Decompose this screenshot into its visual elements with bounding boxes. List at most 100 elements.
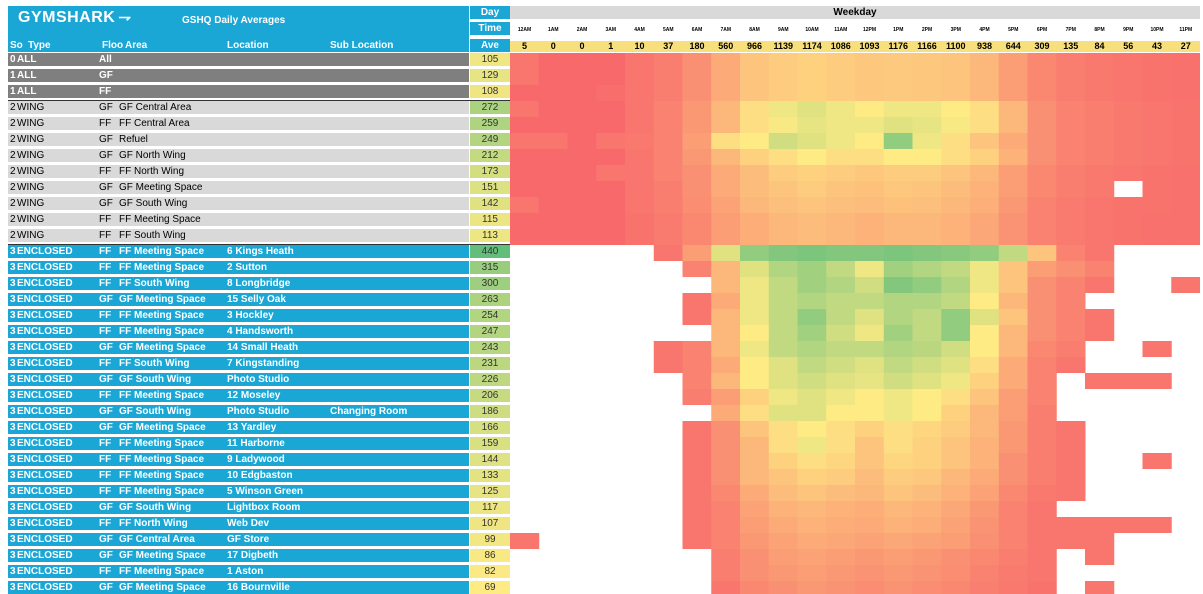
table-row[interactable]: 1 ALL GF [8, 69, 469, 82]
heat-cell [682, 517, 712, 533]
table-row[interactable]: 3 ENCLOSED FF FF Meeting Space 5 Winson Gree… [8, 485, 469, 498]
heat-cell [740, 229, 770, 245]
heat-cell [682, 341, 712, 357]
table-row[interactable]: 3 ENCLOSED FF FF Meeting Space 3 Hockley [8, 309, 469, 322]
table-row[interactable]: 3 ENCLOSED GF GF Meeting Space 15 Selly Oak [8, 293, 469, 306]
heat-cell [768, 581, 798, 594]
cell-sort: 3 [10, 310, 16, 321]
heat-cell [510, 197, 540, 213]
table-row[interactable]: 2 WING FF FF Meeting Space [8, 213, 469, 226]
cell-sort: 3 [10, 470, 16, 481]
table-row[interactable]: 3 ENCLOSED GF GF Meeting Space 14 Small Heat… [8, 341, 469, 354]
heat-cell [1113, 213, 1143, 229]
table-row[interactable]: 3 ENCLOSED FF FF North Wing Web Dev [8, 517, 469, 530]
cell-floor: GF [99, 70, 113, 81]
heat-cell [941, 501, 971, 517]
heat-cell [855, 197, 885, 213]
table-row[interactable]: 2 WING FF FF North Wing [8, 165, 469, 178]
cell-type: ENCLOSED [17, 406, 73, 417]
table-row[interactable]: 3 ENCLOSED FF FF Meeting Space 11 Harborne [8, 437, 469, 450]
heat-cell [941, 309, 971, 325]
table-row[interactable]: 2 WING GF GF Meeting Space [8, 181, 469, 194]
hour-average: 56 [1113, 41, 1143, 52]
heat-cell [941, 517, 971, 533]
heat-cell [711, 341, 741, 357]
cell-area: GF North Wing [119, 150, 186, 161]
table-row[interactable]: 0 ALL All [8, 53, 469, 66]
heat-cell [912, 165, 942, 181]
table-row[interactable]: 3 ENCLOSED FF FF South Wing 7 Kingstanding [8, 357, 469, 370]
heat-cell [711, 565, 741, 581]
heat-cell [970, 165, 1000, 181]
cell-area: GF Meeting Space [119, 550, 206, 561]
heat-cell [1142, 133, 1172, 149]
heat-cell [711, 101, 741, 117]
heat-cell [998, 213, 1028, 229]
cell-area: Refuel [119, 134, 148, 145]
table-row[interactable]: 3 ENCLOSED FF FF Meeting Space 6 Kings Heath [8, 245, 469, 258]
heat-cell [768, 437, 798, 453]
table-row[interactable]: 3 ENCLOSED GF GF South Wing Lightbox Room [8, 501, 469, 514]
heat-cell [941, 197, 971, 213]
heat-cell [912, 533, 942, 549]
table-row[interactable]: 3 ENCLOSED FF FF Meeting Space 9 Ladywood [8, 453, 469, 466]
col-type[interactable]: Type [28, 40, 51, 51]
heat-cell [510, 85, 540, 101]
col-location[interactable]: Location [227, 40, 269, 51]
cell-area: FF Meeting Space [119, 454, 205, 465]
heat-cell [826, 389, 856, 405]
heat-cell [1056, 533, 1086, 549]
table-row[interactable]: 3 ENCLOSED GF GF Meeting Space 17 Digbeth [8, 549, 469, 562]
table-row[interactable]: 1 ALL FF [8, 85, 469, 98]
table-row[interactable]: 3 ENCLOSED GF GF Meeting Space 13 Yardley [8, 421, 469, 434]
table-row[interactable]: 3 ENCLOSED FF FF Meeting Space 12 Moseley [8, 389, 469, 402]
row-average: 125 [470, 485, 510, 498]
heat-cell [1056, 133, 1086, 149]
col-sub-location[interactable]: Sub Location [330, 40, 393, 51]
heat-cell [768, 373, 798, 389]
heat-cell [970, 85, 1000, 101]
table-row[interactable]: 3 ENCLOSED FF FF Meeting Space 10 Edgbaston [8, 469, 469, 482]
col-sort[interactable]: So [10, 40, 23, 51]
table-row[interactable]: 2 WING FF FF South Wing [8, 229, 469, 242]
column-header-bar: So Type Floo Area Location Sub Location [8, 39, 469, 52]
heat-cell [855, 53, 885, 69]
heat-cell [941, 581, 971, 594]
col-area[interactable]: Area [125, 40, 147, 51]
table-row[interactable]: 3 ENCLOSED GF GF Meeting Space 16 Bournville [8, 581, 469, 594]
table-row[interactable]: 3 ENCLOSED GF GF South Wing Photo Studio [8, 373, 469, 386]
table-row[interactable]: 2 WING GF GF North Wing [8, 149, 469, 162]
col-floor[interactable]: Floo [102, 40, 123, 51]
heat-cell [1113, 101, 1143, 117]
table-row[interactable]: 2 WING GF GF South Wing [8, 197, 469, 210]
hour-average: 1166 [912, 41, 942, 52]
table-row[interactable]: 3 ENCLOSED FF FF Meeting Space 2 Sutton [8, 261, 469, 274]
table-row[interactable]: 2 WING FF FF Central Area [8, 117, 469, 130]
heat-cell [998, 69, 1028, 85]
table-row[interactable]: 2 WING GF GF Central Area [8, 101, 469, 114]
heat-cell [567, 117, 597, 133]
heat-cell [711, 373, 741, 389]
heat-cell [510, 213, 540, 229]
heat-cell [711, 485, 741, 501]
table-row[interactable]: 3 ENCLOSED FF FF South Wing 8 Longbridge [8, 277, 469, 290]
heat-cell [1027, 357, 1057, 373]
hour-label: 10AM [805, 27, 819, 33]
heat-cell [855, 213, 885, 229]
heat-cell [768, 261, 798, 277]
heat-cell [768, 341, 798, 357]
table-row[interactable]: 3 ENCLOSED FF FF Meeting Space 4 Handsworth [8, 325, 469, 338]
heat-cell [740, 421, 770, 437]
table-row[interactable]: 3 ENCLOSED GF GF South Wing Photo Studio Chan… [8, 405, 469, 418]
table-row[interactable]: 3 ENCLOSED GF GF Central Area GF Store [8, 533, 469, 546]
cell-floor: GF [99, 374, 113, 385]
heat-cell [970, 325, 1000, 341]
cell-sort: 3 [10, 582, 16, 593]
cell-area: GF Meeting Space [119, 342, 206, 353]
heat-cell [826, 149, 856, 165]
table-row[interactable]: 3 ENCLOSED FF FF Meeting Space 1 Aston [8, 565, 469, 578]
table-row[interactable]: 2 WING GF Refuel [8, 133, 469, 146]
cell-sort: 2 [10, 102, 16, 113]
heat-cell [941, 165, 971, 181]
heat-cell [711, 213, 741, 229]
